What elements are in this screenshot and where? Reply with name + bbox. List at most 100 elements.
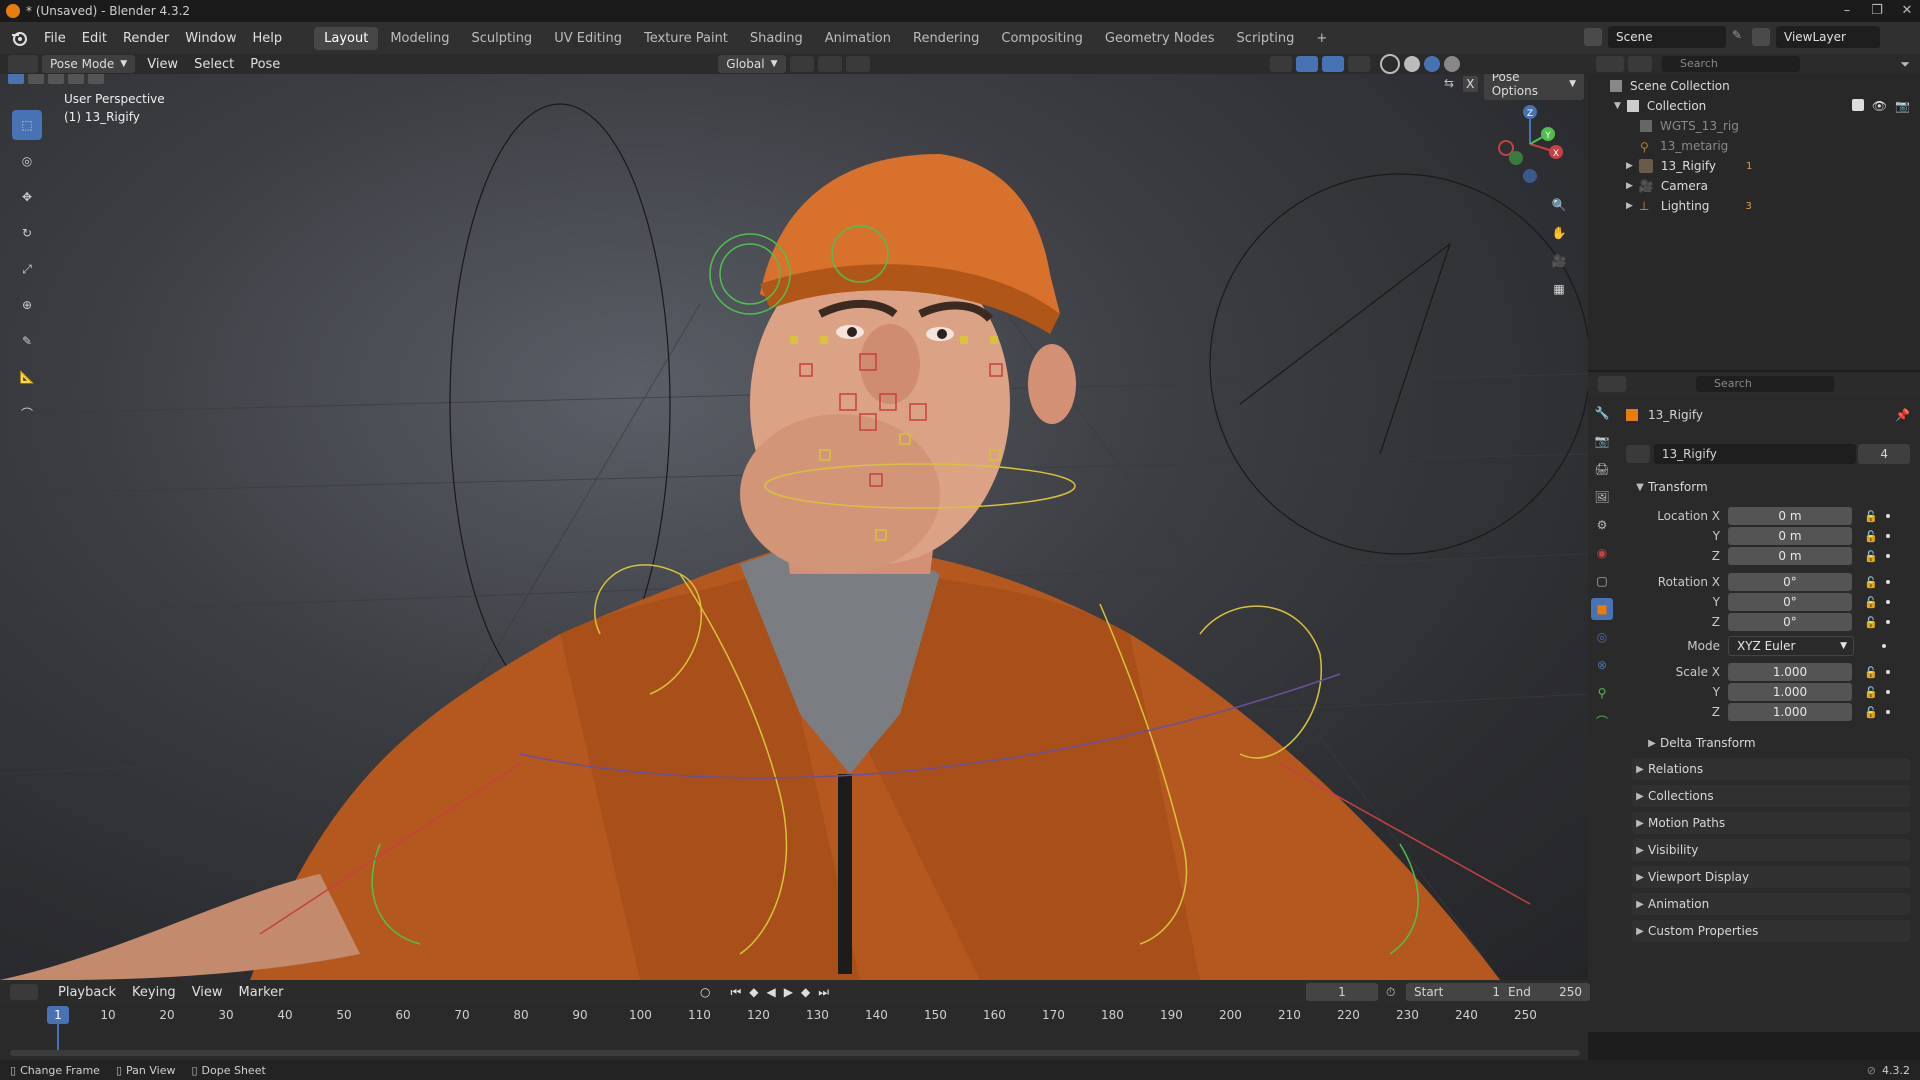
lock-icon[interactable]: 🔓: [1864, 616, 1878, 629]
measure-tool-icon[interactable]: 📐: [12, 362, 42, 392]
lock-icon[interactable]: 🔓: [1864, 596, 1878, 609]
timeline-marker-menu[interactable]: Marker: [231, 985, 292, 1000]
add-workspace-button[interactable]: +: [1306, 27, 1337, 50]
render-tab-icon[interactable]: 📷: [1591, 430, 1613, 452]
location-z-field[interactable]: 0 m: [1728, 547, 1852, 565]
menu-help[interactable]: Help: [245, 31, 291, 46]
viewport-menu-view[interactable]: View: [139, 57, 186, 72]
menu-file[interactable]: File: [36, 31, 74, 46]
display-mode-icon[interactable]: [1628, 56, 1652, 72]
menu-render[interactable]: Render: [115, 31, 177, 46]
stopwatch-icon[interactable]: ⏱: [1386, 985, 1395, 1000]
lock-icon[interactable]: 🔓: [1864, 706, 1878, 719]
gizmo-toggle-icon[interactable]: [1295, 56, 1318, 72]
keyframe-dot-icon[interactable]: [1886, 600, 1890, 604]
users-count[interactable]: 4: [1858, 444, 1911, 464]
view-layer-icon[interactable]: [1752, 28, 1770, 46]
viewport-display-panel[interactable]: ▶ Viewport Display: [1632, 866, 1910, 888]
cursor-tool-icon[interactable]: ◎: [12, 146, 42, 176]
tab-rendering[interactable]: Rendering: [903, 27, 989, 50]
outliner-rigify[interactable]: ▶ 13_Rigify 1: [1626, 156, 1910, 176]
keyframe-dot-icon[interactable]: [1886, 670, 1890, 674]
select-box-tool-icon[interactable]: ⬚: [12, 110, 42, 140]
delta-transform-panel[interactable]: ▶ Delta Transform: [1644, 732, 1910, 754]
record-icon[interactable]: ○: [700, 985, 710, 999]
pivot-icon[interactable]: [789, 56, 814, 72]
timeline-keying-menu[interactable]: Keying: [124, 985, 184, 1000]
3d-viewport[interactable]: User Perspective (1) 13_Rigify ⬚ ◎ ✥ ↻ ⤢…: [0, 74, 1588, 980]
select-extend-icon[interactable]: [28, 74, 44, 84]
tab-animation[interactable]: Animation: [815, 27, 901, 50]
timeline-view-menu[interactable]: View: [184, 985, 231, 1000]
collections-panel[interactable]: ▶ Collections: [1632, 785, 1910, 807]
timeline-ruler[interactable]: 1 10 20 30 40 50 60 70 80 90 100 110 120 130 140 150 160…: [0, 1006, 1588, 1026]
wireframe-shading-icon[interactable]: [1379, 54, 1400, 74]
object-tab-icon[interactable]: ■: [1591, 598, 1613, 620]
rendered-shading-icon[interactable]: [1443, 56, 1460, 72]
rotation-y-field[interactable]: 0°: [1728, 593, 1852, 611]
tab-modeling[interactable]: Modeling: [380, 27, 459, 50]
camera-render-icon[interactable]: 📷: [1895, 99, 1910, 113]
armature-data-tab-icon[interactable]: ⚲: [1591, 682, 1613, 704]
collection-tab-icon[interactable]: ▢: [1591, 570, 1613, 592]
mode-selector[interactable]: Pose Mode ▼: [42, 55, 136, 73]
animation-panel[interactable]: ▶ Animation: [1632, 893, 1910, 915]
view-layer-selector[interactable]: ViewLayer: [1776, 26, 1880, 48]
location-y-field[interactable]: 0 m: [1728, 527, 1852, 545]
outliner-collection[interactable]: ▼ Collection 👁 📷: [1614, 96, 1910, 116]
lock-icon[interactable]: 🔓: [1864, 576, 1878, 589]
transform-panel-header[interactable]: ▼ Transform: [1632, 476, 1910, 498]
timeline-editor-icon[interactable]: [10, 984, 38, 1000]
keyframe-dot-icon[interactable]: [1886, 620, 1890, 624]
bone-tool-icon[interactable]: ⌒: [12, 398, 42, 428]
object-name-field[interactable]: 13_Rigify: [1653, 444, 1857, 464]
solid-shading-icon[interactable]: [1403, 56, 1420, 72]
keyframe-dot-icon[interactable]: [1886, 554, 1890, 558]
rotation-z-field[interactable]: 0°: [1728, 613, 1852, 631]
output-tab-icon[interactable]: 🖨: [1591, 458, 1613, 480]
jump-end-icon[interactable]: ⏭: [818, 985, 829, 1000]
rotation-x-field[interactable]: 0°: [1728, 573, 1852, 591]
viewport-menu-select[interactable]: Select: [186, 57, 242, 72]
current-frame-field[interactable]: 1: [1306, 983, 1378, 1001]
close-icon[interactable]: ✕: [1888, 0, 1920, 22]
scene-icon[interactable]: [1584, 28, 1602, 46]
pin-icon[interactable]: 📌: [1895, 408, 1910, 422]
relations-panel[interactable]: ▶ Relations: [1632, 758, 1910, 780]
start-frame-field[interactable]: Start 1: [1406, 983, 1508, 1001]
keyframe-dot-icon[interactable]: [1886, 690, 1890, 694]
jump-start-icon[interactable]: ⏮: [730, 985, 741, 1000]
rotation-mode-select[interactable]: XYZ Euler ▼: [1728, 636, 1854, 656]
tab-geometry-nodes[interactable]: Geometry Nodes: [1095, 27, 1225, 50]
lock-icon[interactable]: 🔓: [1864, 510, 1878, 523]
mirror-icon[interactable]: ⇆: [1444, 76, 1459, 92]
outliner-camera[interactable]: ▶ 🎥 Camera: [1626, 176, 1910, 196]
scale-tool-icon[interactable]: ⤢: [12, 254, 42, 284]
scale-z-field[interactable]: 1.000: [1728, 703, 1852, 721]
menu-edit[interactable]: Edit: [74, 31, 115, 46]
tab-scripting[interactable]: Scripting: [1227, 27, 1305, 50]
pose-options-button[interactable]: Pose Options ▼: [1483, 74, 1584, 100]
move-tool-icon[interactable]: ✥: [12, 182, 42, 212]
select-new-icon[interactable]: [8, 74, 24, 84]
filter-icon[interactable]: ⏷: [1900, 57, 1910, 72]
lock-icon[interactable]: 🔓: [1864, 666, 1878, 679]
tab-texture-paint[interactable]: Texture Paint: [634, 27, 738, 50]
orientation-selector[interactable]: Global ▼: [718, 55, 786, 73]
prev-keyframe-icon[interactable]: ◆: [749, 985, 758, 999]
pan-hand-icon[interactable]: ✋: [1548, 222, 1570, 244]
tab-uv-editing[interactable]: UV Editing: [544, 27, 632, 50]
outliner-wgts[interactable]: WGTS_13_rig: [1640, 116, 1910, 136]
outliner-editor-icon[interactable]: [1596, 56, 1624, 72]
keyframe-dot-icon[interactable]: [1886, 534, 1890, 538]
tab-layout[interactable]: Layout: [314, 26, 379, 50]
outliner-lighting[interactable]: ▶ ⊥ Lighting 3: [1626, 196, 1910, 216]
material-shading-icon[interactable]: [1423, 56, 1440, 72]
keyframe-dot-icon[interactable]: [1886, 710, 1890, 714]
lock-icon[interactable]: 🔓: [1864, 530, 1878, 543]
select-invert-icon[interactable]: [68, 74, 84, 84]
overlays-toggle-icon[interactable]: [1321, 56, 1344, 72]
motion-paths-panel[interactable]: ▶ Motion Paths: [1632, 812, 1910, 834]
lock-icon[interactable]: 🔓: [1864, 550, 1878, 563]
snap-icon[interactable]: [817, 56, 842, 72]
